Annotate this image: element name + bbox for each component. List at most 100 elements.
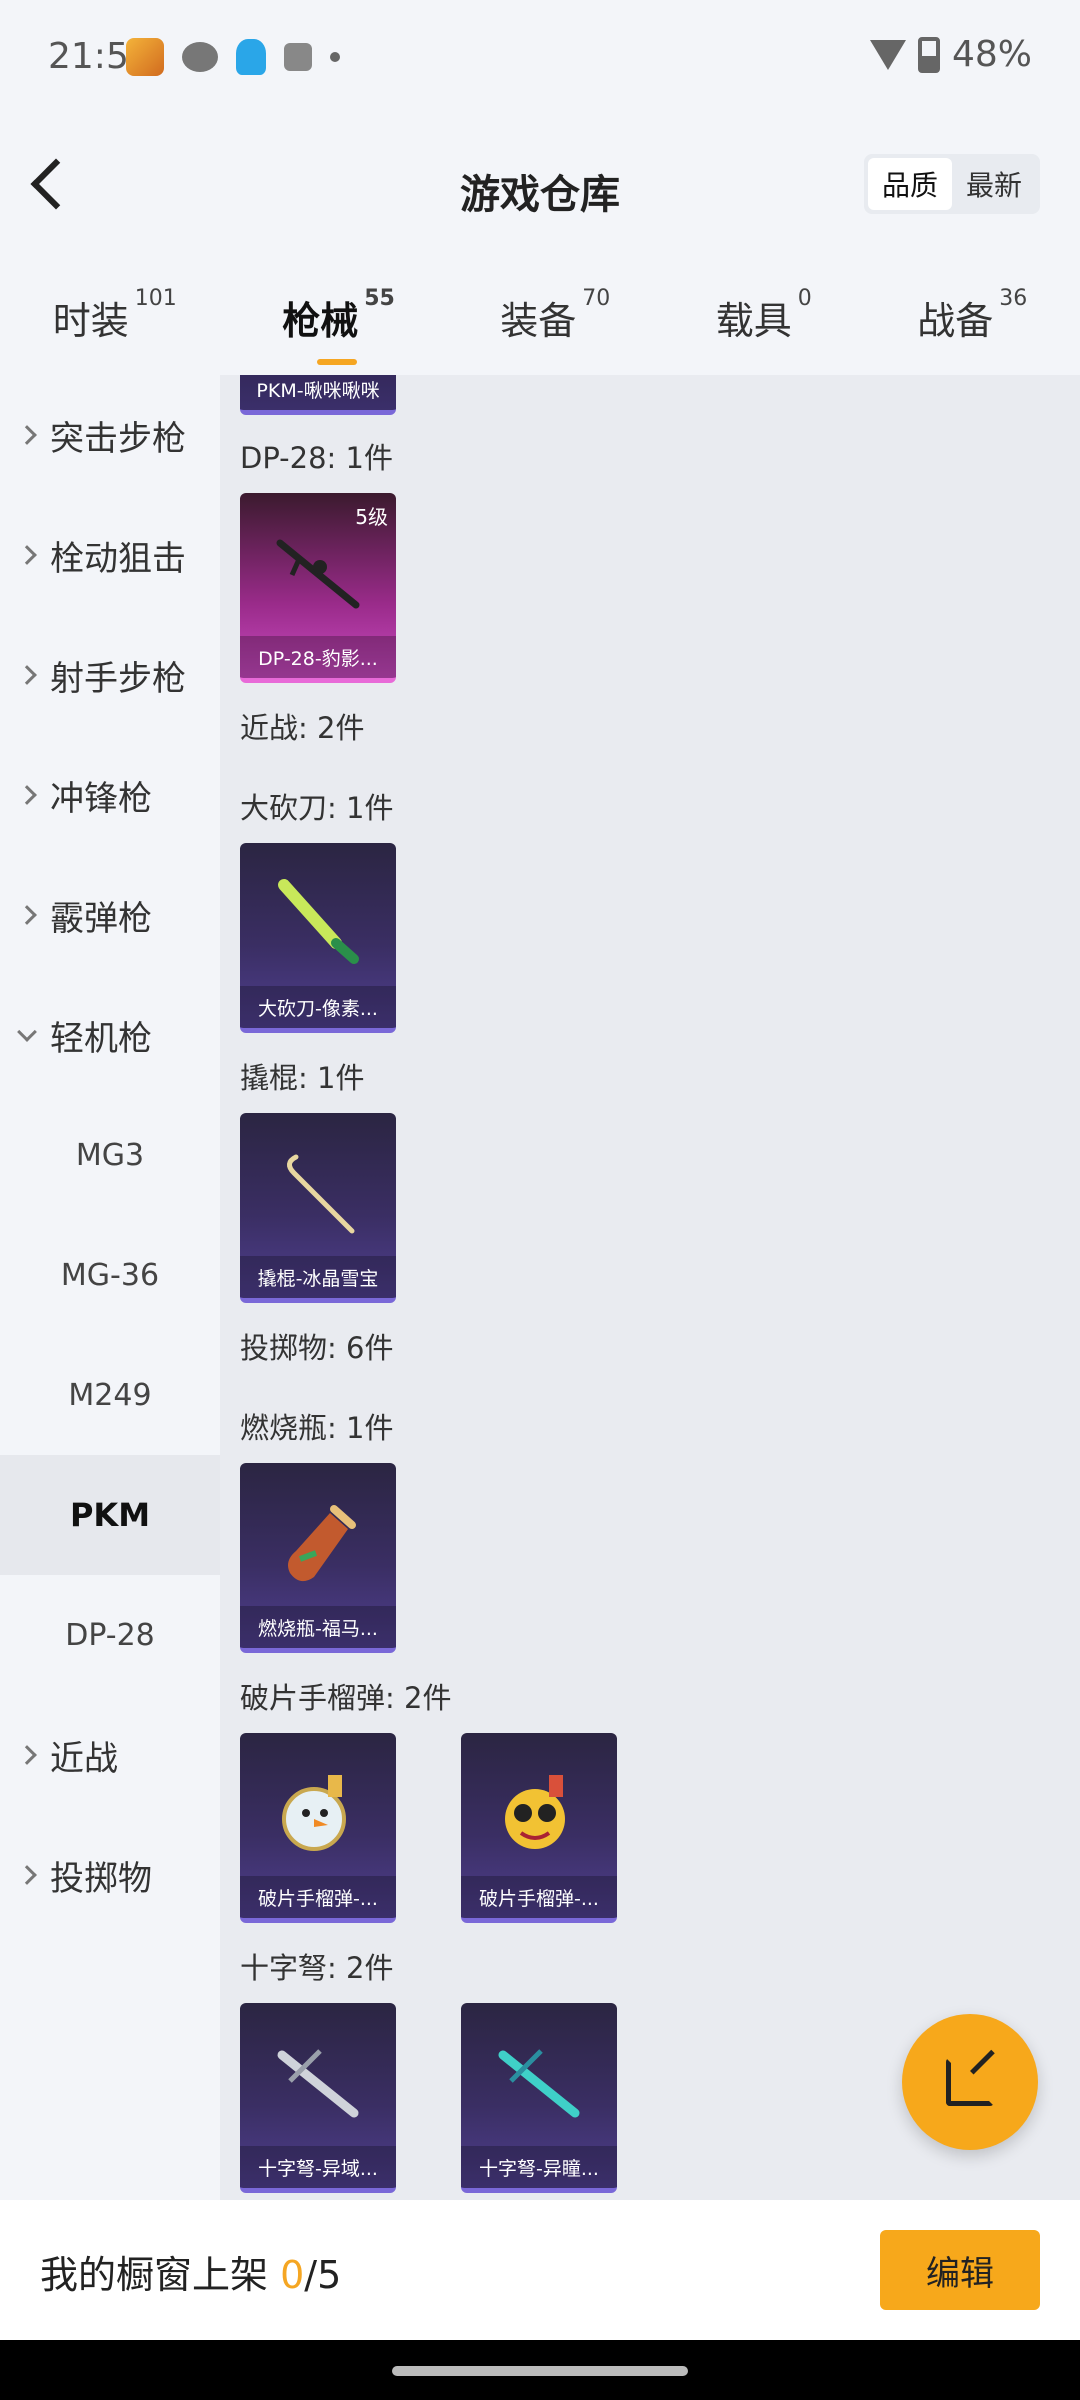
showcase-status: 我的橱窗上架 0/5 [40,2244,341,2299]
item-card-name: 大砍刀-像素... [240,986,396,1028]
item-card-name: DP-28-豹影... [240,636,396,678]
external-link-icon [946,2058,994,2106]
battery-icon [917,36,940,73]
battery-percent: 48% [951,34,1032,75]
section-header: 燃烧瓶: 1件 [240,1411,394,1445]
tab-label: 战备 [917,299,994,343]
sidebar-item-shotgun[interactable]: 霰弹枪 [0,855,220,975]
item-card-grenade-2[interactable]: 破片手榴弹-... [461,1733,617,1923]
section-header: 撬棍: 1件 [240,1061,365,1095]
sidebar-item-label: 霰弹枪 [50,898,152,939]
sidebar-item-label: 栓动狙击 [50,538,186,579]
molotov-icon [288,1505,356,1582]
tab-label: 载具 [715,299,792,343]
showcase-bar: 我的橱窗上架 0/5 编辑 [0,2200,1080,2340]
sidebar-item-bolt-sniper[interactable]: 栓动狙击 [0,495,220,615]
item-card-dp28[interactable]: 5级 DP-28-豹影... [240,493,396,683]
sidebar-item-label: 投掷物 [50,1858,152,1899]
sort-quality[interactable]: 品质 [868,158,952,210]
section-header: 投掷物: 6件 [240,1331,394,1365]
qq-icon [236,39,266,75]
sidebar-item-label: 突击步枪 [50,418,186,459]
tab-count: 70 [582,286,611,311]
chevron-right-icon [17,905,37,925]
section-header: 近战: 2件 [240,711,365,745]
showcase-label: 我的橱窗上架 [40,2253,281,2297]
section-header: DP-28: 1件 [240,441,393,475]
sidebar-item-throwables[interactable]: 投掷物 [0,1815,220,1935]
notification-icons [126,38,340,76]
item-card-machete[interactable]: 大砍刀-像素... [240,843,396,1033]
sidebar-item-label: MG3 [75,1137,145,1173]
sort-latest[interactable]: 最新 [952,158,1036,210]
sidebar-item-label: MG-36 [60,1257,160,1293]
tab-guns[interactable]: 枪械 55 [282,286,395,365]
more-dot-icon [330,52,340,62]
item-card-name: 十字弩-异瞳... [461,2146,617,2188]
item-card-name: 破片手榴弹-... [461,1876,617,1918]
system-icons: 48% [869,34,1032,75]
app-header: 游戏仓库 品质 最新 [0,110,1080,260]
game-app-icon [126,38,164,76]
snowman-grenade-icon [282,1775,346,1851]
sort-toggle: 品质 最新 [864,154,1040,214]
chevron-right-icon [17,665,37,685]
item-card-crossbow-1[interactable]: 十字弩-异域... [240,2003,396,2193]
wifi-icon [869,39,906,70]
section-header: 十字弩: 2件 [240,1951,394,1985]
item-card-pkm[interactable]: PKM-啾咪啾咪 [240,375,396,415]
tab-count: 0 [797,286,812,311]
chevron-right-icon [17,785,37,805]
sidebar-item-smg[interactable]: 冲锋枪 [0,735,220,855]
chevron-right-icon [17,1745,37,1765]
sidebar-item-lmg[interactable]: 轻机枪 [0,975,220,1095]
sidebar-item-label: 轻机枪 [50,1018,152,1059]
item-list: PKM-啾咪啾咪 DP-28: 1件 5级 DP-28-豹影... 近战: 2件… [220,375,1080,2200]
item-card-name: 燃烧瓶-福马... [240,1606,396,1648]
sidebar-item-label: PKM [69,1496,151,1534]
item-card-name: 撬棍-冰晶雪宝 [240,1256,396,1298]
sidebar-item-pkm[interactable]: PKM [0,1455,220,1575]
status-bar: 21:51 48% [0,0,1080,110]
emoji-grenade-icon [505,1775,565,1849]
showcase-total: /5 [304,2253,342,2297]
system-nav-bar [0,2340,1080,2400]
sidebar-item-assault-rifle[interactable]: 突击步枪 [0,375,220,495]
share-button[interactable] [902,2014,1038,2150]
chevron-right-icon [17,1865,37,1885]
item-card-crossbow-2[interactable]: 十字弩-异瞳... [461,2003,617,2193]
sidebar-item-dp28[interactable]: DP-28 [0,1575,220,1695]
item-card-molotov[interactable]: 燃烧瓶-福马... [240,1463,396,1653]
rifle-icon [276,539,360,609]
tab-label: 枪械 [282,299,359,343]
edit-button[interactable]: 编辑 [880,2230,1040,2310]
showcase-count: 0 [280,2253,305,2297]
section-header: 大砍刀: 1件 [240,791,394,825]
crossbow-icon [277,2049,359,2118]
home-gesture-pill[interactable] [392,2366,688,2376]
machete-icon [278,879,359,964]
chevron-right-icon [17,545,37,565]
tab-label: 装备 [500,299,577,343]
tab-equipment[interactable]: 装备 70 [500,286,610,345]
tab-count: 36 [999,286,1028,311]
wechat-icon [182,42,218,72]
crowbar-icon [287,1154,355,1234]
item-card-name: PKM-啾咪啾咪 [240,375,396,410]
tab-vehicles[interactable]: 载具 0 [715,286,812,345]
sidebar-item-marksman[interactable]: 射手步枪 [0,615,220,735]
sidebar-item-mg3[interactable]: MG3 [0,1095,220,1215]
item-card-grenade-1[interactable]: 破片手榴弹-... [240,1733,396,1923]
crossbow-icon [498,2049,580,2118]
mail-icon [284,43,312,71]
chevron-down-icon [17,1022,37,1042]
sidebar-item-mg36[interactable]: MG-36 [0,1215,220,1335]
item-card-crowbar[interactable]: 撬棍-冰晶雪宝 [240,1113,396,1303]
sidebar-item-melee[interactable]: 近战 [0,1695,220,1815]
sidebar-item-m249[interactable]: M249 [0,1335,220,1455]
tab-count: 101 [134,286,177,311]
sidebar-item-label: DP-28 [65,1617,155,1653]
chevron-right-icon [17,425,37,445]
tab-gear[interactable]: 战备 36 [917,286,1027,345]
tab-fashion[interactable]: 时装 101 [53,286,177,345]
